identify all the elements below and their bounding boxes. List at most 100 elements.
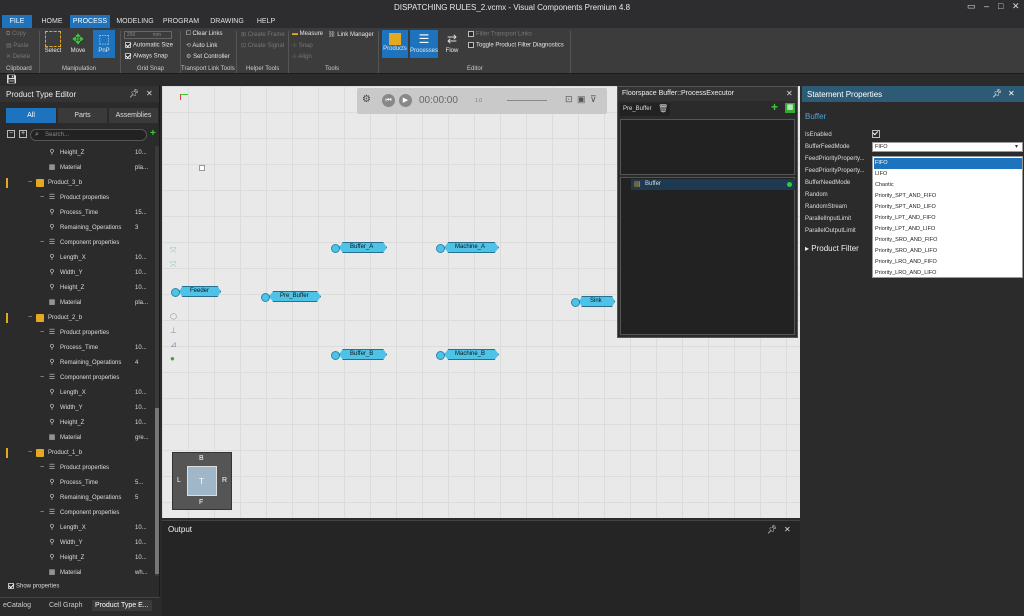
dropdown-option[interactable]: Priority_LPT_AND_FIFO [874, 213, 1022, 224]
maximize-button[interactable]: □ [998, 1, 1003, 11]
always-snap-checkbox[interactable]: Always Snap [125, 53, 168, 60]
dropdown-option[interactable]: Priority_SPT_AND_LIFO [874, 202, 1022, 213]
play-icon[interactable]: ▶ [399, 94, 412, 107]
product-filter-expander[interactable]: ▸ Product Filter [805, 244, 859, 253]
property-row[interactable]: ⚲ Length_X 10... [0, 386, 155, 401]
navcube-right[interactable]: R [222, 477, 227, 484]
property-row[interactable]: ▦ Material pla... [0, 296, 155, 311]
collapse-icon[interactable]: − [38, 239, 46, 247]
fit-icon[interactable]: ⤧ [170, 246, 176, 256]
paste-button[interactable]: ▤ Paste [6, 42, 29, 49]
property-row[interactable]: ⚲ Remaining_Operations 3 [0, 221, 155, 236]
property-row[interactable]: ⚲ Height_Z 10... [0, 281, 155, 296]
axes-icon[interactable]: ⊥ [170, 326, 177, 335]
delete-button[interactable]: ✕ Delete [6, 53, 30, 60]
property-row[interactable]: − ☰ Product properties [0, 191, 155, 206]
property-row[interactable]: ⚲ Height_Z 10... [0, 551, 155, 566]
clear-links-button[interactable]: ⧠ Clear Links [186, 31, 223, 38]
grid-icon[interactable]: ▦ [785, 103, 795, 113]
pin-icon[interactable]: 📌︎ [767, 525, 777, 534]
property-row[interactable]: ▦ Material pla... [0, 161, 155, 176]
tab-home[interactable]: HOME [36, 15, 68, 28]
product-row[interactable]: − Product_1_b [0, 446, 155, 461]
property-row[interactable]: ⚲ Length_X 10... [0, 521, 155, 536]
save-icon[interactable]: 💾︎ [6, 74, 17, 85]
property-row[interactable]: − ☰ Component properties [0, 506, 155, 521]
tab-modeling[interactable]: MODELING [114, 15, 156, 28]
align-button[interactable]: ⊹ Align [292, 53, 312, 60]
auto-link-button[interactable]: ⟲ Auto Link [186, 42, 217, 49]
machine-b-node[interactable]: Machine_B [444, 349, 499, 360]
tab-assemblies[interactable]: Assemblies [109, 108, 158, 123]
automatic-size-checkbox[interactable]: Automatic Size [125, 42, 173, 49]
navigation-cube[interactable]: B L T R F [172, 452, 232, 510]
add-icon[interactable]: + [150, 128, 156, 139]
collapse-icon[interactable]: − [38, 374, 46, 382]
dropdown-option[interactable]: Priority_LRO_AND_LIFO [874, 268, 1022, 279]
select-button[interactable]: Select [42, 30, 64, 58]
dropdown-option[interactable]: Priority_SRO_AND_LIFO [874, 246, 1022, 257]
pnp-button[interactable]: ⬚ PnP [93, 30, 115, 58]
property-row[interactable]: ⚲ Length_X 10... [0, 251, 155, 266]
property-row[interactable]: − ☰ Product properties [0, 326, 155, 341]
expand-all-icon[interactable]: + [19, 130, 27, 138]
flow-button[interactable]: ⇄ Flow [441, 30, 463, 58]
processes-button[interactable]: ☰ Processes [410, 30, 438, 58]
trash-icon[interactable]: 🗑︎ [658, 104, 668, 113]
tab-cell-graph[interactable]: Cell Graph [46, 600, 85, 611]
navcube-top[interactable]: T [199, 477, 204, 486]
collapse-all-icon[interactable]: − [7, 130, 15, 138]
property-row[interactable]: ⚲ Height_Z 10... [0, 416, 155, 431]
pin-icon[interactable]: 📌︎ [129, 89, 139, 98]
close-icon[interactable]: ✕ [146, 89, 153, 98]
dropdown-option[interactable]: Chaotic [874, 180, 1022, 191]
products-button[interactable]: Products [382, 30, 408, 58]
collapse-icon[interactable]: − [38, 509, 46, 517]
dropdown-option[interactable]: Priority_LPT_AND_LIFO [874, 224, 1022, 235]
property-row[interactable]: ▦ Material wh... [0, 566, 155, 581]
measure-button[interactable]: ▬ Measure [292, 31, 323, 37]
add-icon[interactable]: + [771, 100, 778, 114]
tab-program[interactable]: PROGRAM [160, 15, 202, 28]
property-row[interactable]: ⚲ Remaining_Operations 5 [0, 491, 155, 506]
copy-button[interactable]: ⧉ Copy [6, 31, 26, 38]
dropdown-option[interactable]: LIFO [874, 169, 1022, 180]
tab-process[interactable]: PROCESS [70, 15, 110, 28]
render-icon[interactable]: ● [170, 354, 175, 363]
navcube-left[interactable]: L [177, 477, 181, 484]
move-button[interactable]: ✥ Move [67, 30, 89, 58]
feeder-node[interactable]: Feeder [179, 286, 221, 297]
reset-icon[interactable]: ⏮ [382, 94, 395, 107]
property-row[interactable]: − ☰ Product properties [0, 461, 155, 476]
property-row[interactable]: ⚲ Process_Time 15... [0, 206, 155, 221]
tab-drawing[interactable]: DRAWING [206, 15, 248, 28]
tab-parts[interactable]: Parts [58, 108, 107, 123]
grid-size-input[interactable]: 250 mm [124, 31, 172, 39]
tab-product-type-editor[interactable]: Product Type E... [92, 600, 152, 611]
minimize-button[interactable]: – [984, 1, 989, 11]
set-controller-button[interactable]: ⚙ Set Controller [186, 53, 230, 60]
navcube-front[interactable]: F [199, 499, 203, 506]
perspective-icon[interactable]: ⬡ [170, 312, 177, 321]
collapse-icon[interactable]: − [26, 449, 34, 457]
navcube-back[interactable]: B [199, 455, 204, 462]
settings-icon[interactable]: ⚙ [362, 94, 371, 105]
dropdown-option[interactable]: Priority_SRO_AND_FIFO [874, 235, 1022, 246]
property-row[interactable]: − ☰ Component properties [0, 236, 155, 251]
show-properties-checkbox[interactable]: Show properties [8, 583, 59, 590]
tab-ecatalog[interactable]: eCatalog [0, 600, 34, 611]
property-row[interactable]: − ☰ Component properties [0, 371, 155, 386]
property-row[interactable]: ⚲ Remaining_Operations 4 [0, 356, 155, 371]
collapse-icon[interactable]: − [38, 329, 46, 337]
property-row[interactable]: ⚲ Width_Y 10... [0, 266, 155, 281]
sink-node[interactable]: Sink [579, 296, 615, 307]
buffer-statement[interactable]: ▤ Buffer [631, 179, 795, 190]
product-row[interactable]: − Product_2_b [0, 311, 155, 326]
property-row[interactable]: ⚲ Process_Time 10... [0, 341, 155, 356]
machine-a-node[interactable]: Machine_A [444, 242, 499, 253]
frame-icon[interactable]: ⤧ [170, 260, 176, 270]
dropdown-option[interactable]: Priority_SPT_AND_FIFO [874, 191, 1022, 202]
camera-icon[interactable]: ▣ [577, 94, 586, 105]
snapshot-icon[interactable]: ⊡ [565, 94, 573, 105]
speed-slider[interactable] [507, 100, 547, 101]
